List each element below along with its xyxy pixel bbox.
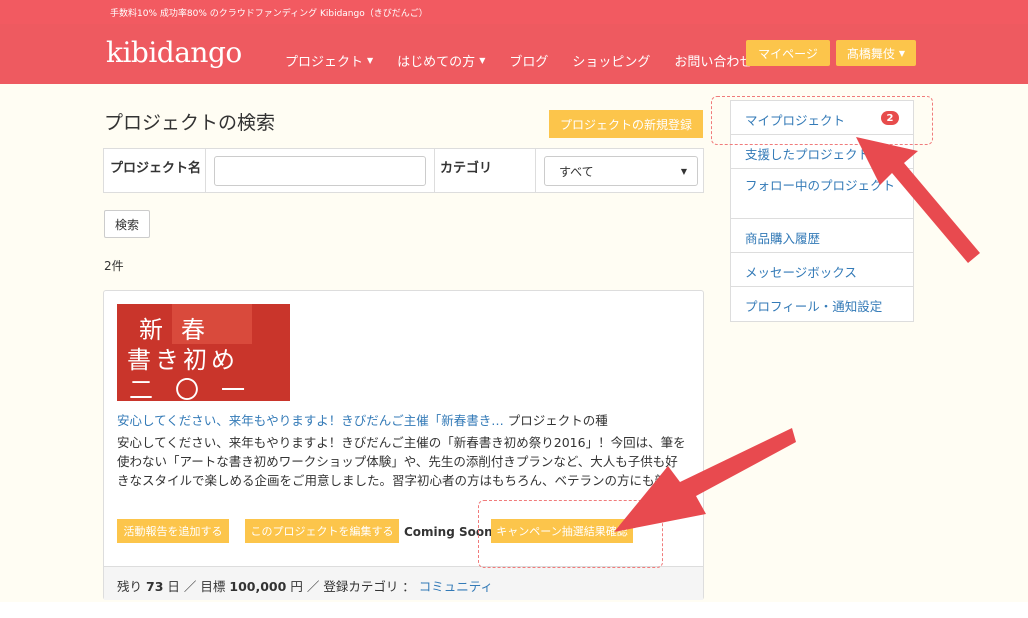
user-name: 髙橋舞伎 [846, 46, 895, 61]
project-name-input[interactable] [214, 156, 426, 186]
caret-down-icon: ▼ [367, 56, 374, 65]
mypage-button[interactable]: マイページ [746, 40, 830, 66]
thumbnail-text-line3: 二〇一六 [129, 376, 267, 401]
main-nav: プロジェクト ▼ はじめての方 ▼ ブログ ショッピング お問い合わせ [285, 51, 776, 70]
sidebar-item-purchase-history[interactable]: 商品購入履歴 [731, 219, 913, 253]
caret-down-icon: ▼ [479, 56, 486, 65]
sidebar-item-label: プロフィール・通知設定 [745, 299, 883, 314]
site-header: kibidango プロジェクト ▼ はじめての方 ▼ ブログ ショッピング お問い… [0, 24, 1028, 84]
project-status-tag: プロジェクトの種 [507, 413, 608, 428]
nav-contact-label: お問い合わせ [674, 55, 753, 70]
nav-beginners-label: はじめての方 [397, 55, 476, 70]
category-label: カテゴリ [440, 161, 493, 176]
nav-projects-label: プロジェクト [285, 55, 364, 70]
category-selected-value: すべて [559, 164, 594, 179]
nav-beginners[interactable]: はじめての方 ▼ [397, 51, 485, 70]
add-report-button[interactable]: 活動報告を追加する [117, 519, 229, 543]
project-footer: 残り 73 日 ／ 目標 100,000 円 ／ 登録カテゴリ ： コミュニティ [104, 566, 703, 600]
user-menu-button[interactable]: 髙橋舞伎 ▼ [836, 40, 916, 66]
sidebar-item-followed-projects[interactable]: フォロー中のプロジェクト [731, 169, 913, 219]
highlight-box-my-projects [711, 96, 933, 145]
caret-down-icon: ▼ [898, 48, 906, 58]
sidebar-item-label: 商品購入履歴 [745, 231, 821, 246]
chevron-down-icon: ▼ [680, 167, 687, 176]
project-title[interactable]: 安心してください、来年もやりますよ！きびだんご主催「新春書き… プロジェクトの種 [117, 410, 608, 429]
sidebar-item-message-box[interactable]: メッセージボックス [731, 253, 913, 287]
category-link[interactable]: コミュニティ [419, 579, 493, 594]
sidebar-item-profile-settings[interactable]: プロフィール・通知設定 [731, 287, 913, 321]
edit-project-button[interactable]: このプロジェクトを編集する [245, 519, 399, 543]
nav-projects[interactable]: プロジェクト ▼ [285, 51, 373, 70]
site-logo[interactable]: kibidango [106, 36, 242, 69]
nav-shopping[interactable]: ショッピング [572, 51, 650, 70]
announcement-bar: 手数料10% 成功率80% のクラウドファンディング Kibidango（きびだ… [0, 0, 1028, 24]
announcement-text: 手数料10% 成功率80% のクラウドファンディング Kibidango（きびだ… [110, 9, 428, 19]
sidebar-item-label: メッセージボックス [745, 265, 857, 280]
nav-contact[interactable]: お問い合わせ [674, 51, 752, 70]
nav-blog-label: ブログ [509, 55, 549, 70]
highlight-box-campaign-result [478, 500, 663, 568]
remaining-days: 73 [146, 579, 164, 594]
project-thumbnail[interactable]: 新春 書き初め 二〇一六 [117, 304, 290, 401]
search-form: プロジェクト名 カテゴリ すべて ▼ [103, 148, 704, 193]
search-button[interactable]: 検索 [104, 210, 150, 238]
result-count: 2件 [104, 259, 124, 273]
nav-blog[interactable]: ブログ [509, 51, 548, 70]
category-select[interactable]: すべて ▼ [544, 156, 698, 186]
project-title-link[interactable]: 安心してください、来年もやりますよ！きびだんご主催「新春書き… [117, 413, 504, 428]
page-title: プロジェクトの検索 [104, 112, 276, 134]
project-name-label: プロジェクト名 [110, 161, 202, 176]
nav-shopping-label: ショッピング [572, 55, 651, 70]
project-description: 安心してください、来年もやりますよ！きびだんご主催の「新春書き初め祭り2016」… [117, 435, 686, 488]
new-project-button[interactable]: プロジェクトの新規登録 [549, 110, 703, 138]
sidebar-item-label: 支援したプロジェクト [745, 147, 871, 162]
goal-amount: 100,000 [229, 579, 287, 594]
sidebar-item-label: フォロー中のプロジェクト [745, 178, 896, 193]
